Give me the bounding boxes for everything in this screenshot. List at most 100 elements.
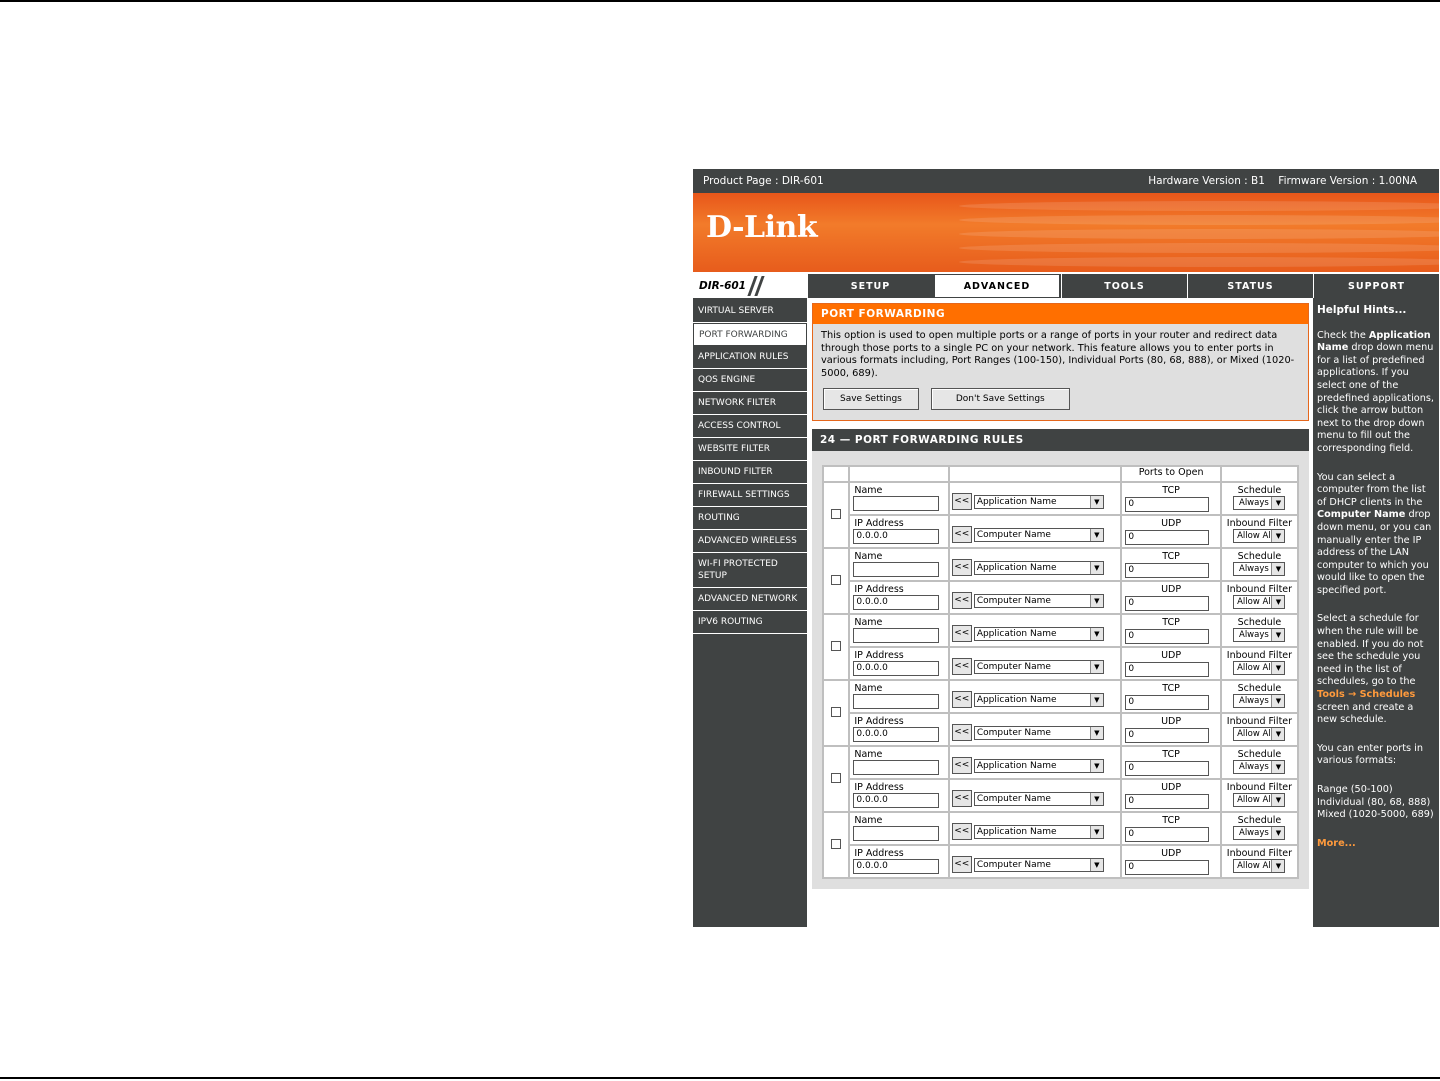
rule-enable-checkbox[interactable] bbox=[831, 574, 842, 585]
schedule-select[interactable]: Always ▼ bbox=[1233, 826, 1286, 840]
inbound-filter-select[interactable]: Allow Al ▼ bbox=[1233, 727, 1286, 741]
tab-advanced[interactable]: ADVANCED bbox=[934, 274, 1060, 298]
ip-address-input[interactable]: 0.0.0.0 bbox=[853, 727, 940, 742]
schedule-select[interactable]: Always ▼ bbox=[1233, 562, 1286, 576]
application-name-select[interactable]: Application Name ▼ bbox=[973, 560, 1104, 575]
rule-row-detail: IP Address 0.0.0.0 << Computer Name ▼ UDP 0 Inb… bbox=[824, 846, 1297, 877]
schedule-select[interactable]: Always ▼ bbox=[1233, 694, 1286, 708]
tab-status[interactable]: STATUS bbox=[1187, 274, 1313, 298]
fill-application-button[interactable]: << bbox=[951, 559, 972, 576]
udp-port-input[interactable]: 0 bbox=[1125, 662, 1210, 677]
fill-application-button[interactable]: << bbox=[951, 691, 972, 708]
udp-port-input[interactable]: 0 bbox=[1125, 530, 1210, 545]
fill-computer-button[interactable]: << bbox=[951, 526, 972, 543]
name-input[interactable] bbox=[853, 496, 940, 511]
tcp-port-input[interactable]: 0 bbox=[1125, 497, 1210, 512]
sidebar-item-access-control[interactable]: ACCESS CONTROL bbox=[693, 415, 807, 438]
sidebar-item-routing[interactable]: ROUTING bbox=[693, 507, 807, 530]
udp-label: UDP bbox=[1161, 782, 1182, 793]
application-name-select[interactable]: Application Name ▼ bbox=[973, 824, 1104, 839]
tab-support[interactable]: SUPPORT bbox=[1313, 274, 1439, 298]
computer-name-select[interactable]: Computer Name ▼ bbox=[973, 593, 1104, 608]
name-input[interactable] bbox=[853, 562, 940, 577]
name-input[interactable] bbox=[853, 694, 940, 709]
rule-enable-checkbox[interactable] bbox=[831, 838, 842, 849]
tab-setup[interactable]: SETUP bbox=[807, 274, 933, 298]
tcp-port-input[interactable]: 0 bbox=[1125, 695, 1210, 710]
rule-row-detail: IP Address 0.0.0.0 << Computer Name ▼ UDP 0 Inb… bbox=[824, 516, 1297, 547]
sidebar-item-inbound-filter[interactable]: INBOUND FILTER bbox=[693, 461, 807, 484]
sidebar-item-wifi-protected-setup[interactable]: WI-FI PROTECTED SETUP bbox=[693, 553, 807, 588]
sidebar-item-advanced-wireless[interactable]: ADVANCED WIRELESS bbox=[693, 530, 807, 553]
fill-application-button[interactable]: << bbox=[951, 823, 972, 840]
application-name-select[interactable]: Application Name ▼ bbox=[973, 494, 1104, 509]
computer-name-select[interactable]: Computer Name ▼ bbox=[973, 725, 1104, 740]
chevron-down-icon: ▼ bbox=[1089, 627, 1103, 640]
schedule-cell: Schedule Always ▼ bbox=[1221, 483, 1297, 514]
sidebar-item-website-filter[interactable]: WEBSITE FILTER bbox=[693, 438, 807, 461]
computer-name-select[interactable]: Computer Name ▼ bbox=[973, 527, 1104, 542]
ip-address-input[interactable]: 0.0.0.0 bbox=[853, 859, 940, 874]
sidebar-item-firewall-settings[interactable]: FIREWALL SETTINGS bbox=[693, 484, 807, 507]
fill-application-button[interactable]: << bbox=[951, 625, 972, 642]
schedule-select[interactable]: Always ▼ bbox=[1233, 496, 1286, 510]
computer-name-select[interactable]: Computer Name ▼ bbox=[973, 659, 1104, 674]
schedule-select[interactable]: Always ▼ bbox=[1233, 760, 1286, 774]
sidebar-item-port-forwarding[interactable]: PORT FORWARDING bbox=[693, 323, 807, 346]
save-settings-button[interactable]: Save Settings bbox=[823, 388, 919, 410]
computer-name-select[interactable]: Computer Name ▼ bbox=[973, 791, 1104, 806]
application-name-select[interactable]: Application Name ▼ bbox=[973, 758, 1104, 773]
ip-address-input[interactable]: 0.0.0.0 bbox=[853, 661, 940, 676]
tcp-port-input[interactable]: 0 bbox=[1125, 629, 1210, 644]
sidebar-item-network-filter[interactable]: NETWORK FILTER bbox=[693, 392, 807, 415]
fill-computer-button[interactable]: << bbox=[951, 724, 972, 741]
sidebar-item-virtual-server[interactable]: VIRTUAL SERVER bbox=[693, 300, 807, 323]
ip-address-input[interactable]: 0.0.0.0 bbox=[853, 595, 940, 610]
tab-tools[interactable]: TOOLS bbox=[1061, 274, 1187, 298]
tcp-port-input[interactable]: 0 bbox=[1125, 827, 1210, 842]
tools-schedules-link[interactable]: Tools → Schedules bbox=[1317, 689, 1415, 700]
inbound-filter-select[interactable]: Allow Al ▼ bbox=[1233, 595, 1286, 609]
name-input[interactable] bbox=[853, 760, 940, 775]
inbound-filter-select[interactable]: Allow Al ▼ bbox=[1233, 661, 1286, 675]
tcp-port-input[interactable]: 0 bbox=[1125, 761, 1210, 776]
product-page-label: Product Page : DIR-601 bbox=[703, 175, 824, 187]
fill-computer-button[interactable]: << bbox=[951, 592, 972, 609]
fill-computer-button[interactable]: << bbox=[951, 790, 972, 807]
fill-computer-button[interactable]: << bbox=[951, 856, 972, 873]
tcp-port-input[interactable]: 0 bbox=[1125, 563, 1210, 578]
ip-address-label: IP Address bbox=[854, 650, 904, 661]
name-input[interactable] bbox=[853, 628, 940, 643]
ip-address-input[interactable]: 0.0.0.0 bbox=[853, 529, 940, 544]
computer-name-select[interactable]: Computer Name ▼ bbox=[973, 857, 1104, 872]
rule-enable-checkbox[interactable] bbox=[831, 772, 842, 783]
application-name-select[interactable]: Application Name ▼ bbox=[973, 626, 1104, 641]
udp-port-input[interactable]: 0 bbox=[1125, 596, 1210, 611]
udp-port-input[interactable]: 0 bbox=[1125, 728, 1210, 743]
name-input[interactable] bbox=[853, 826, 940, 841]
more-link[interactable]: More... bbox=[1317, 838, 1356, 849]
sidebar-item-application-rules[interactable]: APPLICATION RULES bbox=[693, 346, 807, 369]
udp-port-input[interactable]: 0 bbox=[1125, 860, 1210, 875]
sidebar-item-advanced-network[interactable]: ADVANCED NETWORK bbox=[693, 588, 807, 611]
inbound-filter-select[interactable]: Allow Al ▼ bbox=[1233, 529, 1286, 543]
fill-application-button[interactable]: << bbox=[951, 757, 972, 774]
fill-computer-button[interactable]: << bbox=[951, 658, 972, 675]
computer-cell: << Computer Name ▼ bbox=[949, 582, 1121, 613]
computer-cell: << Computer Name ▼ bbox=[949, 846, 1121, 877]
sidebar-item-qos-engine[interactable]: QOS ENGINE bbox=[693, 369, 807, 392]
ip-address-label: IP Address bbox=[854, 584, 904, 595]
application-name-select[interactable]: Application Name ▼ bbox=[973, 692, 1104, 707]
sidebar-item-ipv6-routing[interactable]: IPV6 ROUTING bbox=[693, 611, 807, 634]
udp-port-input[interactable]: 0 bbox=[1125, 794, 1210, 809]
schedule-select[interactable]: Always ▼ bbox=[1233, 628, 1286, 642]
inbound-filter-select[interactable]: Allow Al ▼ bbox=[1233, 859, 1286, 873]
ip-address-input[interactable]: 0.0.0.0 bbox=[853, 793, 940, 808]
inbound-filter-select[interactable]: Allow Al ▼ bbox=[1233, 793, 1286, 807]
rule-enable-checkbox[interactable] bbox=[831, 706, 842, 717]
dont-save-settings-button[interactable]: Don't Save Settings bbox=[930, 388, 1070, 410]
rule-enable-checkbox[interactable] bbox=[831, 640, 842, 651]
name-cell: Name bbox=[850, 681, 948, 712]
fill-application-button[interactable]: << bbox=[951, 493, 972, 510]
rule-enable-checkbox[interactable] bbox=[831, 508, 842, 519]
